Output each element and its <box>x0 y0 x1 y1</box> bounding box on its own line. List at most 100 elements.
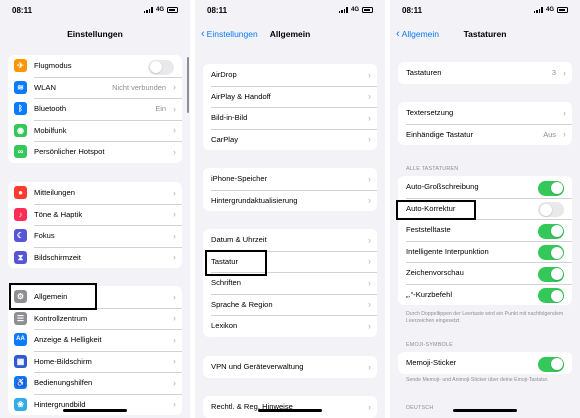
keyboards-item-memoji[interactable]: Memoji-Sticker <box>398 352 572 374</box>
keyboards-item-smart-punctuation[interactable]: Intelligente Interpunktion <box>398 240 572 263</box>
general-item-airplay[interactable]: AirPlay & Handoff › <box>203 85 377 108</box>
notifications-icon: ● <box>14 186 27 199</box>
settings-item-home-bildschirm[interactable]: ▦ Home-Bildschirm › <box>8 350 182 373</box>
general-item-language[interactable]: Sprache & Region › <box>203 293 377 316</box>
auto-capitalization-toggle[interactable] <box>538 180 564 196</box>
signal-icon <box>338 7 348 13</box>
scrollbar[interactable] <box>186 57 189 113</box>
settings-item-anzeige[interactable]: AA Anzeige & Helligkeit › <box>8 329 182 351</box>
keyboards-item-period-shortcut[interactable]: „.“-Kurzbefehl <box>398 283 572 306</box>
row-label: Auto-Großschreibung <box>406 182 479 192</box>
general-item-storage[interactable]: iPhone-Speicher › <box>203 168 377 190</box>
general-item-carplay[interactable]: CarPlay › <box>203 128 377 151</box>
chevron-right-icon: › <box>368 234 371 245</box>
auto-correction-toggle[interactable] <box>538 202 564 217</box>
keyboards-count: 3 <box>551 68 556 78</box>
row-label: Töne & Haptik <box>34 209 83 219</box>
hotspot-icon: ∞ <box>14 145 27 158</box>
bluetooth-status: Ein <box>155 104 166 114</box>
status-bar: 08:11 4G <box>390 6 580 18</box>
settings-item-mitteilungen[interactable]: ● Mitteilungen › <box>8 182 182 204</box>
row-label: „.“-Kurzbefehl <box>406 289 453 299</box>
chevron-right-icon: › <box>173 291 176 302</box>
settings-item-wlan[interactable]: ≋ WLAN Nicht verbunden › <box>8 76 182 99</box>
chevron-right-icon: › <box>368 256 371 267</box>
general-item-pip[interactable]: Bild-in-Bild › <box>203 107 377 129</box>
general-group-airdrop: AirDrop › AirPlay & Handoff › Bild-in-Bild… <box>203 64 377 150</box>
chevron-right-icon: › <box>368 401 371 412</box>
home-indicator[interactable] <box>63 409 127 412</box>
keyboards-group-list: Tastaturen 3 › <box>398 62 572 84</box>
battery-icon <box>167 7 178 13</box>
page-title: Allgemein <box>269 29 311 39</box>
row-label: Flugmodus <box>34 61 72 71</box>
character-preview-toggle[interactable] <box>538 266 564 282</box>
row-label: Textersetzung <box>406 108 454 118</box>
general-item-background-refresh[interactable]: Hintergrundaktualisierung › <box>203 189 377 212</box>
keyboards-group-emoji: Memoji-Sticker <box>398 352 572 374</box>
general-item-dictionary[interactable]: Lexikon › <box>203 315 377 337</box>
keyboards-item-keyboards[interactable]: Tastaturen 3 › <box>398 62 572 84</box>
chevron-right-icon: › <box>173 103 176 114</box>
period-shortcut-toggle[interactable] <box>538 288 564 303</box>
general-item-vpn[interactable]: VPN und Geräteverwaltung › <box>203 356 377 378</box>
one-handed-value: Aus <box>543 129 556 139</box>
keyboards-item-text-replacement[interactable]: Textersetzung › <box>398 102 572 124</box>
home-indicator[interactable] <box>453 409 517 412</box>
settings-item-bildschirmzeit[interactable]: ⧗ Bildschirmzeit › <box>8 246 182 269</box>
row-label: Fokus <box>34 231 55 241</box>
settings-item-mobilfunk[interactable]: ◉ Mobilfunk › <box>8 119 182 142</box>
german-header: DEUTSCH <box>406 405 434 411</box>
row-label: Hintergrundbild <box>34 399 86 409</box>
row-label: Tastaturen <box>406 68 442 78</box>
row-label: iPhone-Speicher <box>211 174 268 184</box>
settings-item-bedienungshilfen[interactable]: ♿ Bedienungshilfen › <box>8 372 182 394</box>
highlight-box-allgemein <box>9 283 97 310</box>
general-group-keyboard: Datum & Uhrzeit › Tastatur › Schriften › Sp… <box>203 229 377 337</box>
row-label: Mobilfunk <box>34 125 67 135</box>
chevron-right-icon: › <box>173 313 176 324</box>
row-label: Kontrollzentrum <box>34 313 88 323</box>
general-group-legal: Rechtl. & Reg. Hinweise › <box>203 396 377 418</box>
settings-item-fokus[interactable]: ☾ Fokus › <box>8 225 182 247</box>
row-label: AirPlay & Handoff <box>211 91 271 101</box>
signal-icon <box>533 7 543 13</box>
nav-bar: ‹ Allgemein Tastaturen <box>390 26 580 42</box>
keyboards-item-one-handed[interactable]: Einhändige Tastatur Aus › <box>398 123 572 146</box>
bluetooth-icon: ᛒ <box>14 102 27 115</box>
memoji-footnote: Sende Memoji- und Animoji-Sticker über d… <box>406 377 549 383</box>
chevron-right-icon: › <box>173 187 176 198</box>
row-label: Hintergrundaktualisierung <box>211 195 298 205</box>
general-item-date-time[interactable]: Datum & Uhrzeit › <box>203 229 377 251</box>
page-title: Tastaturen <box>463 29 507 39</box>
chevron-right-icon: › <box>368 320 371 331</box>
keyboards-item-character-preview[interactable]: Zeichenvorschau <box>398 262 572 284</box>
home-indicator[interactable] <box>258 409 322 412</box>
general-item-legal[interactable]: Rechtl. & Reg. Hinweise › <box>203 396 377 418</box>
settings-item-bluetooth[interactable]: ᛒ Bluetooth Ein › <box>8 98 182 120</box>
row-label: Mitteilungen <box>34 188 75 198</box>
chevron-right-icon: › <box>173 125 176 136</box>
row-label: Datum & Uhrzeit <box>211 235 267 245</box>
chevron-right-icon: › <box>368 195 371 206</box>
settings-item-kontrollzentrum[interactable]: ☰ Kontrollzentrum › <box>8 307 182 330</box>
caps-lock-toggle[interactable] <box>538 223 564 239</box>
settings-item-flugmodus[interactable]: ✈ Flugmodus <box>8 55 182 77</box>
status-bar: 08:11 4G <box>195 6 385 18</box>
keyboards-group-text: Textersetzung › Einhändige Tastatur Aus … <box>398 102 572 145</box>
chevron-right-icon: › <box>563 67 566 78</box>
keyboards-item-auto-capitalization[interactable]: Auto-Großschreibung <box>398 176 572 198</box>
settings-item-toene[interactable]: ♪ Töne & Haptik › <box>8 203 182 226</box>
settings-panel: 08:11 4G Einstellungen ✈ Flugmodus ≋ WLA… <box>0 0 190 418</box>
chevron-right-icon: › <box>368 361 371 372</box>
settings-item-hotspot[interactable]: ∞ Persönlicher Hotspot › <box>8 141 182 163</box>
smart-punctuation-toggle[interactable] <box>538 245 564 260</box>
airplane-mode-toggle[interactable] <box>148 59 174 75</box>
status-bar: 08:11 4G <box>0 6 190 18</box>
keyboards-item-caps-lock[interactable]: Feststelltaste <box>398 219 572 241</box>
network-type: 4G <box>545 7 554 13</box>
general-item-airdrop[interactable]: AirDrop › <box>203 64 377 86</box>
chevron-right-icon: › <box>563 129 566 140</box>
row-label: Memoji-Sticker <box>406 358 457 368</box>
memoji-toggle[interactable] <box>538 356 564 372</box>
